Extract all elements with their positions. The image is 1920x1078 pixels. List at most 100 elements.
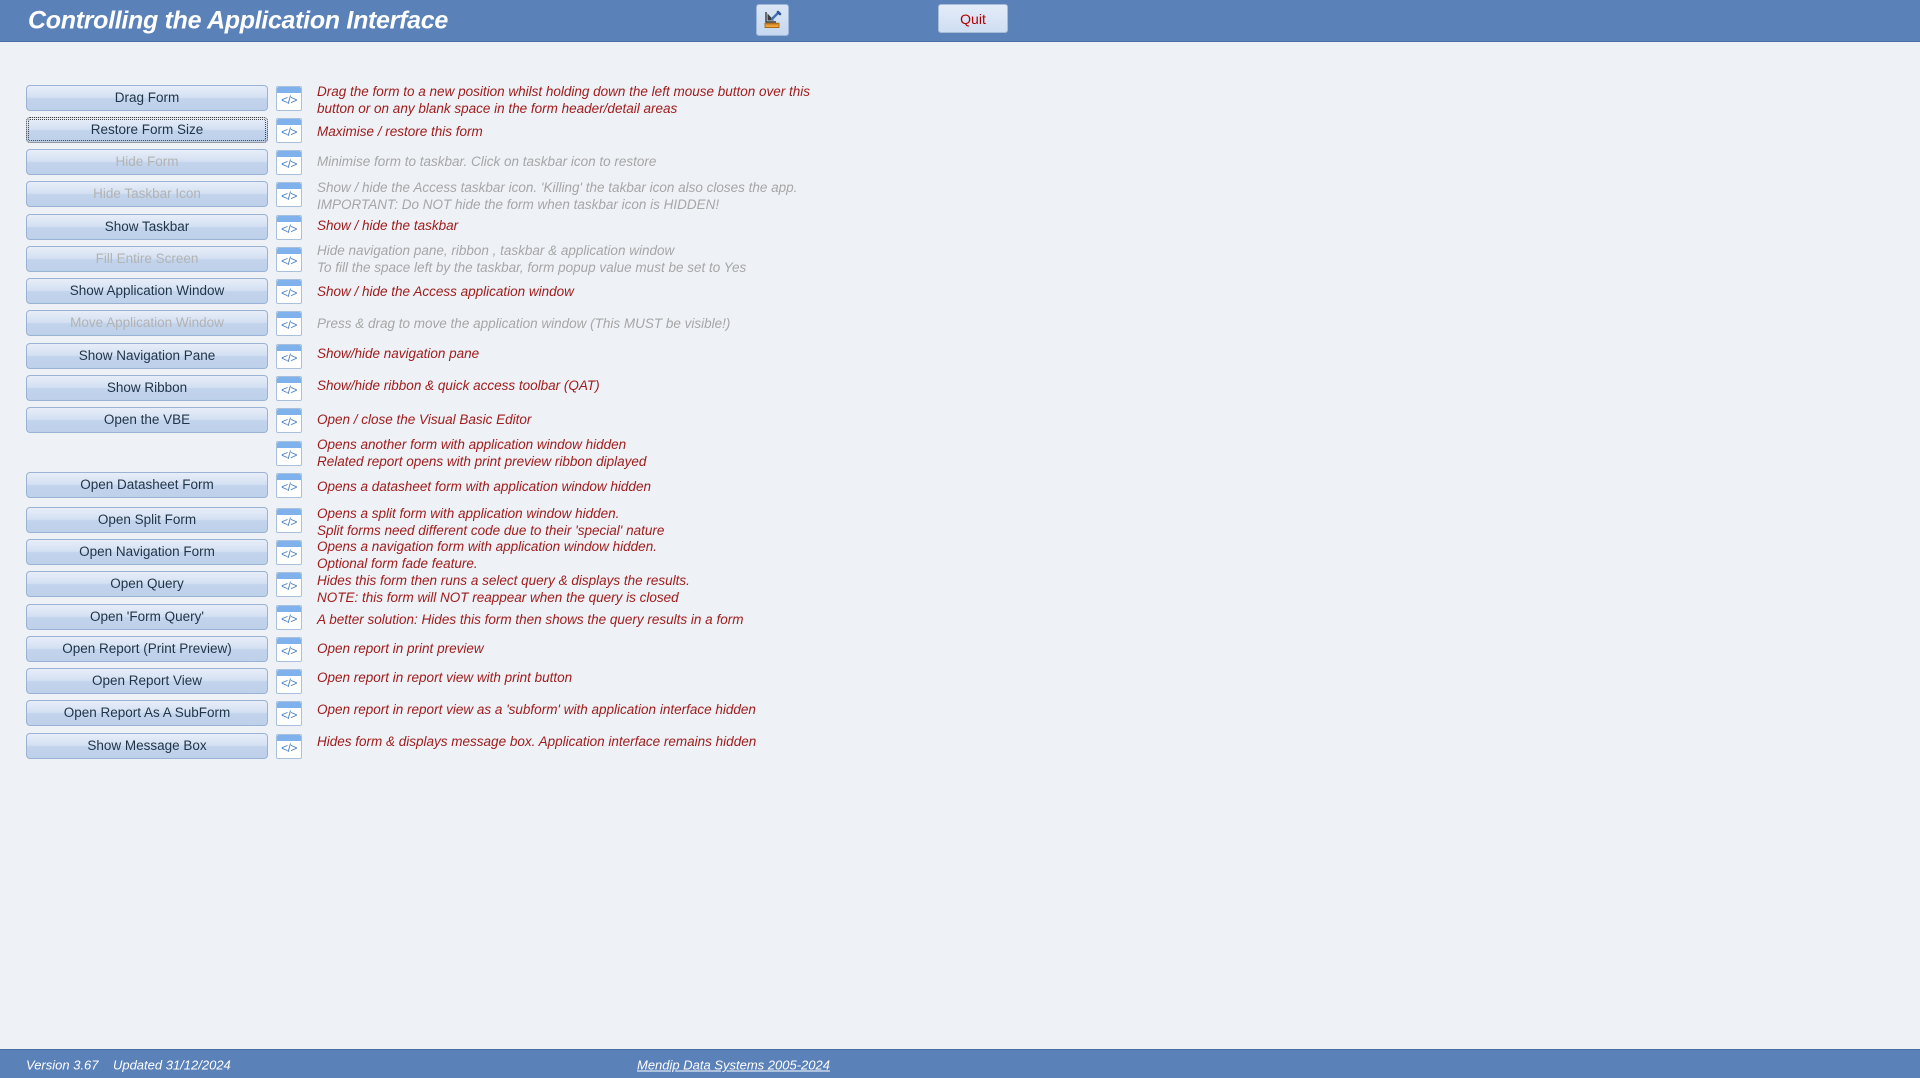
code-icon: </> <box>281 286 297 300</box>
action-button: Hide Form <box>26 149 268 175</box>
design-ruler-pencil-icon-button[interactable] <box>756 4 789 36</box>
view-code-button[interactable]: </> <box>276 376 302 401</box>
view-code-button[interactable]: </> <box>276 118 302 143</box>
view-code-button[interactable]: </> <box>276 215 302 240</box>
code-icon: </> <box>281 189 297 203</box>
action-button-label: Move Application Window <box>70 315 224 331</box>
row-description: Open report in report view as a 'subform… <box>317 702 756 717</box>
view-code-button[interactable]: </> <box>276 441 302 466</box>
code-icon: </> <box>281 480 297 494</box>
form-detail-area: Drag Form </> Drag the form to a new posit… <box>0 42 1920 1049</box>
action-button[interactable]: Open Navigation Form <box>26 539 268 565</box>
view-code-button[interactable]: </> <box>276 734 302 759</box>
view-code-button[interactable]: </> <box>276 540 302 565</box>
action-button-label: Show Ribbon <box>106 380 188 396</box>
code-icon: </> <box>281 708 297 722</box>
action-button-label: Hide Taskbar Icon <box>93 186 201 202</box>
code-icon: </> <box>281 676 297 690</box>
row-description: Minimise form to taskbar. Click on taskb… <box>317 154 657 169</box>
action-button[interactable]: Open Split Form <box>26 507 268 533</box>
action-button[interactable]: Show Message Box <box>26 733 268 759</box>
code-icon: </> <box>281 741 297 755</box>
code-icon: </> <box>281 448 297 462</box>
view-code-button[interactable]: </> <box>276 637 302 662</box>
row-description: Hides form & displays message box. Appli… <box>317 734 757 749</box>
action-button-label: Open Navigation Form <box>79 544 215 560</box>
form-header: Controlling the Application Interface Qu… <box>0 0 1920 42</box>
action-button-label: Show Message Box <box>87 738 207 754</box>
row-description: Opens a datasheet form with application … <box>317 479 651 494</box>
row-description: Hides this form then runs a select query… <box>317 573 690 605</box>
view-code-button[interactable]: </> <box>276 311 302 336</box>
company-link[interactable]: Mendip Data Systems 2005-2024 <box>637 1058 830 1073</box>
view-code-button[interactable]: </> <box>276 408 302 433</box>
action-button[interactable]: Show Taskbar <box>26 214 268 240</box>
code-button-cap <box>277 312 301 318</box>
code-button-cap <box>277 151 301 157</box>
row-description: Open / close the Visual Basic Editor <box>317 412 532 427</box>
row-description: Show/hide ribbon & quick access toolbar … <box>317 378 600 393</box>
code-button-cap <box>277 183 301 189</box>
code-button-cap <box>277 573 301 579</box>
code-button-cap <box>277 248 301 254</box>
action-button[interactable]: Open Datasheet Form <box>26 472 268 498</box>
action-button-label: Open Query <box>110 576 184 592</box>
code-icon: </> <box>281 318 297 332</box>
row-description: Open report in report view with print bu… <box>317 670 573 685</box>
action-button[interactable]: Show Navigation Pane <box>26 343 268 369</box>
code-icon: </> <box>281 93 297 107</box>
view-code-button[interactable]: </> <box>276 669 302 694</box>
code-button-cap <box>277 216 301 222</box>
code-icon: </> <box>281 157 297 171</box>
row-description: Opens a navigation form with application… <box>317 539 657 571</box>
action-button-label: Open Datasheet Form <box>80 477 214 493</box>
row-description: Press & drag to move the application win… <box>317 316 731 331</box>
view-code-button[interactable]: </> <box>276 86 302 111</box>
code-button-cap <box>277 541 301 547</box>
row-description: Show/hide navigation pane <box>317 346 480 361</box>
quit-button[interactable]: Quit <box>938 4 1008 33</box>
view-code-button[interactable]: </> <box>276 605 302 630</box>
view-code-button[interactable]: </> <box>276 279 302 304</box>
code-button-cap <box>277 119 301 125</box>
action-button-label: Restore Form Size <box>90 122 204 138</box>
row-description: Opens another form with application wind… <box>317 437 647 469</box>
action-button[interactable]: Restore Form Size <box>26 117 268 143</box>
row-description: Show / hide the Access application windo… <box>317 284 574 299</box>
code-button-cap <box>277 702 301 708</box>
view-code-button[interactable]: </> <box>276 701 302 726</box>
action-button[interactable]: Show Ribbon <box>26 375 268 401</box>
row-description: Hide navigation pane, ribbon , taskbar &… <box>317 243 747 275</box>
row-description: A better solution: Hides this form then … <box>317 612 744 627</box>
action-button[interactable]: Drag Form <box>26 85 268 111</box>
action-button[interactable]: Show Application Window <box>26 278 268 304</box>
code-button-cap <box>277 474 301 480</box>
view-code-button[interactable]: </> <box>276 344 302 369</box>
form-footer: Version 3.67 Updated 31/12/2024 Mendip D… <box>0 1049 1920 1078</box>
action-button[interactable]: Open Report (Print Preview) <box>26 636 268 662</box>
action-button-label: Open 'Form Query' <box>90 609 204 625</box>
code-icon: </> <box>281 383 297 397</box>
code-button-cap <box>277 670 301 676</box>
code-icon: </> <box>281 579 297 593</box>
action-button-label: Open Report (Print Preview) <box>62 641 232 657</box>
page-title: Controlling the Application Interface <box>28 6 448 34</box>
view-code-button[interactable]: </> <box>276 182 302 207</box>
view-code-button[interactable]: </> <box>276 572 302 597</box>
view-code-button[interactable]: </> <box>276 150 302 175</box>
view-code-button[interactable]: </> <box>276 508 302 533</box>
code-icon: </> <box>281 125 297 139</box>
action-button[interactable]: Open Query <box>26 571 268 597</box>
row-description: Maximise / restore this form <box>317 124 483 139</box>
action-button[interactable]: Open 'Form Query' <box>26 604 268 630</box>
view-code-button[interactable]: </> <box>276 473 302 498</box>
row-description: Drag the form to a new position whilst h… <box>317 84 811 116</box>
action-button-label: Show Application Window <box>69 283 225 299</box>
code-icon: </> <box>281 415 297 429</box>
view-code-button[interactable]: </> <box>276 247 302 272</box>
action-button[interactable]: Open Report View <box>26 668 268 694</box>
action-button[interactable]: Open Report As A SubForm <box>26 700 268 726</box>
action-button-label: Drag Form <box>114 90 180 106</box>
action-button[interactable]: Open the VBE <box>26 407 268 433</box>
row-description: Open report in print preview <box>317 641 484 656</box>
